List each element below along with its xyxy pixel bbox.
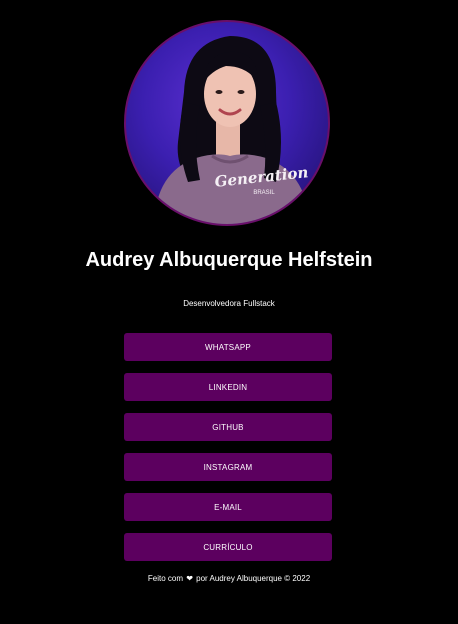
profile-name: Audrey Albuquerque Helfstein xyxy=(85,249,373,271)
profile-avatar: Generation BRASIL xyxy=(124,20,330,226)
footer: Feito com ❤ por Audrey Albuquerque © 202… xyxy=(0,574,458,583)
instagram-button[interactable]: INSTAGRAM xyxy=(124,453,332,481)
footer-text-before: Feito com xyxy=(147,574,183,583)
profile-photo: Generation BRASIL xyxy=(154,36,310,224)
curriculo-button[interactable]: CURRÍCULO xyxy=(124,533,332,561)
email-button[interactable]: E-MAIL xyxy=(124,493,332,521)
footer-text-after: por Audrey Albuquerque © 2022 xyxy=(196,574,311,583)
whatsapp-button[interactable]: WHATSAPP xyxy=(124,333,332,361)
heart-icon: ❤ xyxy=(186,574,193,583)
github-button[interactable]: GITHUB xyxy=(124,413,332,441)
profile-subtitle: Desenvolvedora Fullstack xyxy=(183,299,275,308)
links-list: WHATSAPP LINKEDIN GITHUB INSTAGRAM E-MAI… xyxy=(124,333,332,573)
shirt-subtext: BRASIL xyxy=(253,190,275,196)
linkedin-button[interactable]: LINKEDIN xyxy=(124,373,332,401)
